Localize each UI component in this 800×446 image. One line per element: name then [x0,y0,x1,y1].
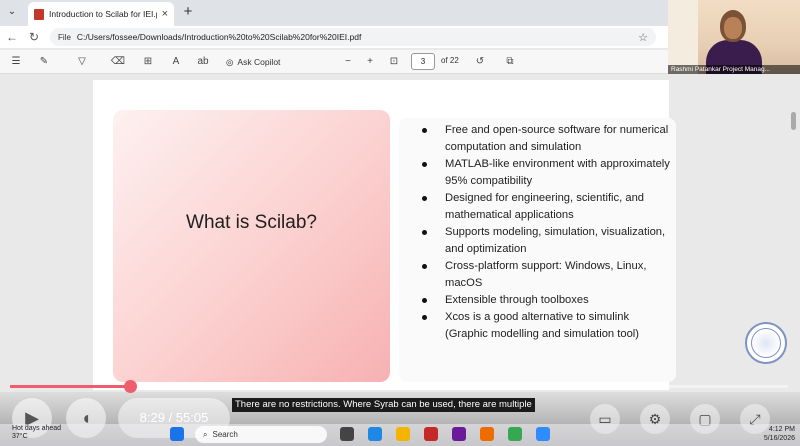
address-bar[interactable]: File C:/Users/fossee/Downloads/Introduct… [50,28,656,46]
bullet-text: Designed for engineering, scientific, an… [445,192,645,221]
zoom-out-button[interactable]: − [340,54,356,70]
file-label: File [58,32,71,42]
bullet-dot [422,196,427,201]
zoom-icon[interactable] [536,427,550,441]
tab-close-icon[interactable]: × [162,8,168,20]
pdf-toolbar [0,50,668,74]
progress-knob[interactable] [124,380,137,393]
bullet-dot [422,162,427,167]
webcam-face [724,17,742,39]
copilot-icon: ◎ [226,56,234,67]
weather-temp: 37°C [12,433,28,440]
weather-widget[interactable]: Hot days ahead 37°C [12,425,61,441]
bullet-item: Supports modeling, simulation, visualiza… [421,224,671,258]
bullet-text: Cross-platform support: Windows, Linux, … [445,260,647,289]
slide-title-panel [113,110,390,382]
webcam-feed: Rashmi Patankar Project Manag... [668,0,800,74]
highlight-icon[interactable]: ▽ [74,54,90,70]
participant-name: Rashmi Patankar Project Manag... [668,65,800,74]
star-icon[interactable]: ☆ [638,31,648,44]
pdf-icon [34,8,44,20]
eraser-icon[interactable]: ⌫ [110,54,126,70]
chrome-icon[interactable] [508,427,522,441]
search-box[interactable]: ⌕ Search [195,426,327,443]
url-text[interactable]: C:/Users/fossee/Downloads/Introduction%2… [77,32,632,42]
ask-copilot-button[interactable]: ◎ Ask Copilot [226,54,280,70]
page-number-input[interactable]: 3 [411,53,435,70]
refresh-icon[interactable]: ↻ [26,29,42,45]
bullet-text: Free and open-source software for numeri… [445,124,669,153]
scroll-thumb[interactable] [791,112,796,130]
bullet-item: Free and open-source software for numeri… [421,122,671,156]
search-placeholder: Search [212,430,238,439]
menu-icon[interactable]: ☰ [8,54,24,70]
translate-icon[interactable]: ab [195,54,211,70]
bullet-item: Extensible through toolboxes [421,292,671,309]
bullet-dot [422,298,427,303]
back-icon[interactable]: ← [4,29,20,45]
bullet-list: Free and open-source software for numeri… [421,122,671,343]
bullet-dot [422,264,427,269]
copilot-label: Ask Copilot [237,57,281,67]
bullet-dot [422,230,427,235]
rotate-icon[interactable]: ↺ [472,54,488,70]
new-tab-button[interactable]: + [180,4,196,20]
read-aloud-icon[interactable]: A [168,54,184,70]
teams-icon[interactable] [452,427,466,441]
bullet-item: MATLAB-like environment with approximate… [421,156,671,190]
clock-date: 5/16/2026 [763,435,795,442]
tab-pdf[interactable]: Introduction to Scilab for IEI.pdf × [28,2,174,26]
bullet-item: Cross-platform support: Windows, Linux, … [421,258,671,292]
tab-title: Introduction to Scilab for IEI.pdf [49,9,157,19]
task-view-icon[interactable] [340,427,354,441]
webcam-background [668,0,698,74]
two-page-icon[interactable]: ⧉ [502,54,518,70]
bullet-text: Extensible through toolboxes [445,294,589,306]
app-icon[interactable] [480,427,494,441]
clock-time: 4:12 PM [768,426,795,433]
text-icon[interactable]: ⊞ [140,54,156,70]
page-count: of 22 [441,56,459,65]
bullet-item: Xcos is a good alternative to simulink (… [421,309,671,343]
bullet-item: Designed for engineering, scientific, an… [421,190,671,224]
windows-icon[interactable] [170,427,184,441]
weather-title: Hot days ahead [12,425,62,432]
subtitle-caption: There are no restrictions. Where Syrab c… [232,398,535,412]
fit-page-icon[interactable]: ⊡ [386,54,402,70]
edge-icon[interactable] [368,427,382,441]
progress-fill [10,385,131,388]
bullet-dot [422,315,427,320]
app-icon[interactable] [424,427,438,441]
zoom-in-button[interactable]: + [362,54,378,70]
draw-icon[interactable]: ✎ [36,54,52,70]
bullet-text: MATLAB-like environment with approximate… [445,158,670,187]
files-icon[interactable] [396,427,410,441]
bullet-text: Xcos is a good alternative to simulink (… [445,311,640,340]
slide-title: What is Scilab? [186,212,317,233]
tab-list-icon[interactable]: ⌄ [4,6,20,20]
bullet-text: Supports modeling, simulation, visualiza… [445,226,666,255]
search-icon: ⌕ [203,429,208,439]
clock[interactable]: 4:12 PM 5/16/2026 [755,425,795,443]
institute-logo-emblem [751,328,781,358]
bullet-dot [422,128,427,133]
